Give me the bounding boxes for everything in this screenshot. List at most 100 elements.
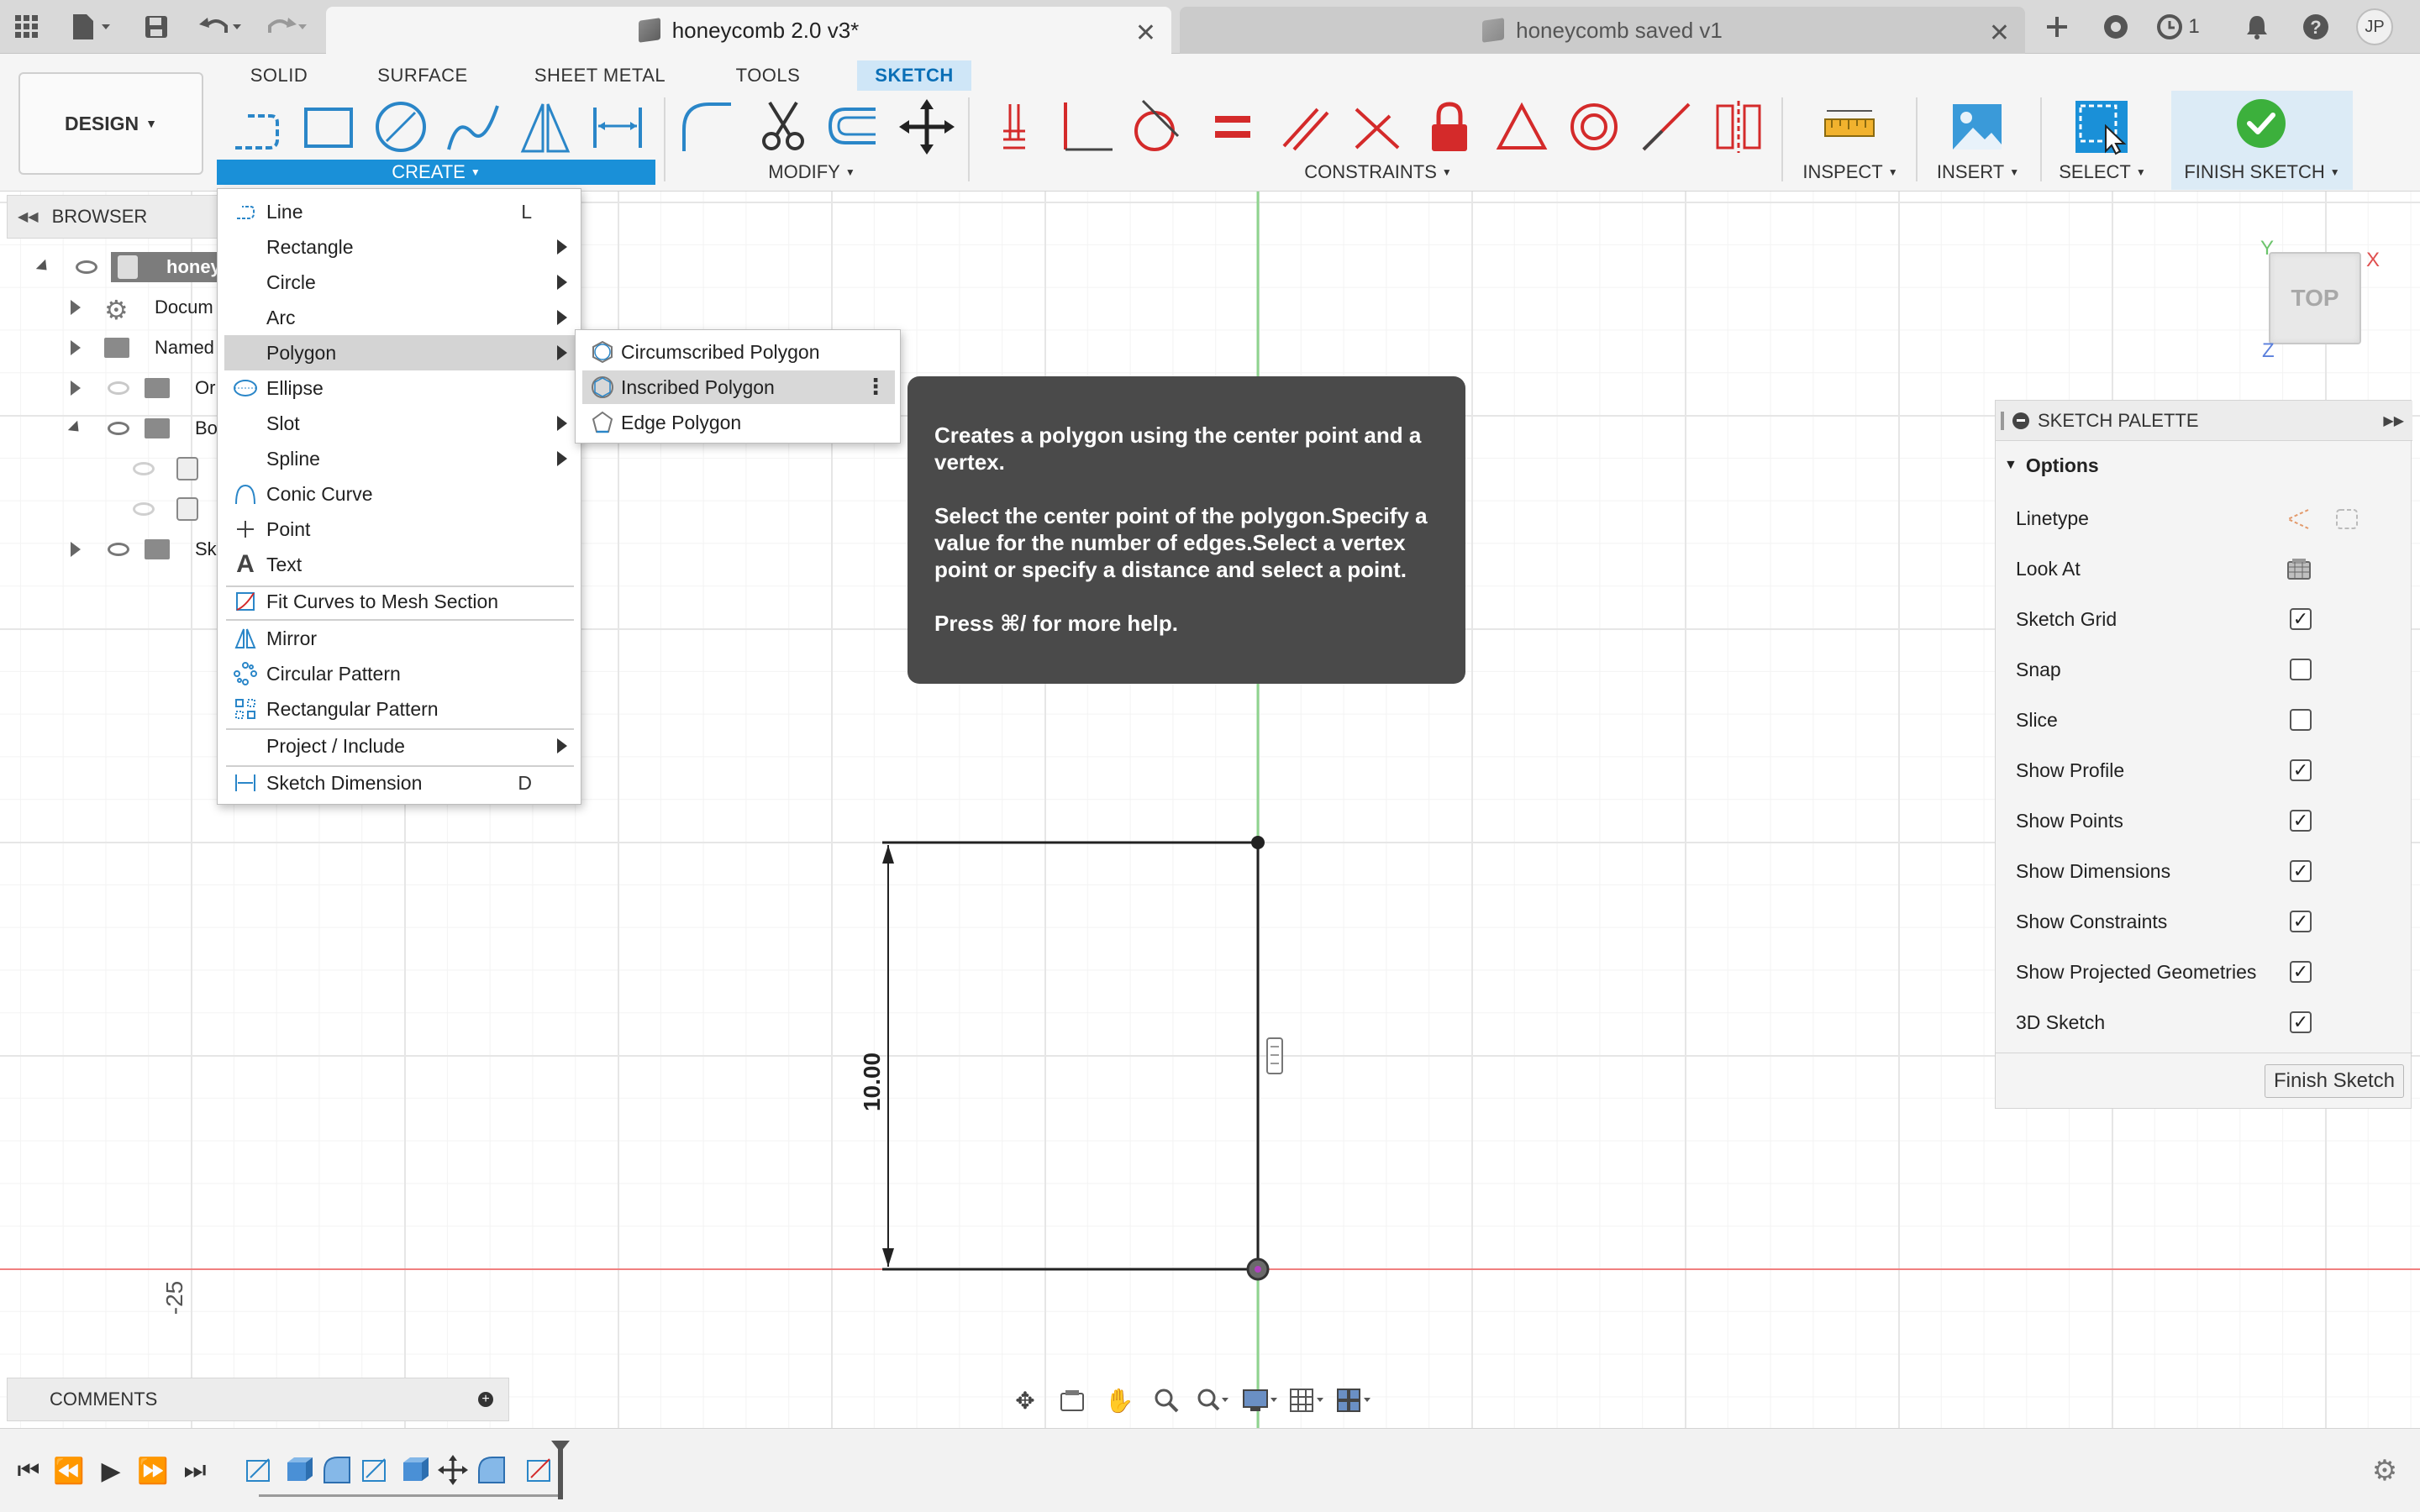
show-projected-geometries-checkbox[interactable]: ✓ (2290, 961, 2312, 983)
comments-panel-header[interactable]: COMMENTS + (7, 1378, 509, 1421)
timeline-sketch-feature-icon[interactable] (244, 1454, 276, 1486)
show-points-checkbox[interactable]: ✓ (2290, 810, 2312, 832)
menu-item-inscribed-polygon[interactable]: Inscribed Polygon ⋮ (582, 370, 895, 404)
zoom-window-icon[interactable] (1190, 1382, 1237, 1419)
expand-triangle-icon[interactable] (35, 259, 52, 276)
menu-item-rectangle[interactable]: Rectangle (224, 229, 576, 265)
menu-item-line[interactable]: Line L (224, 194, 576, 229)
trim-scissors-icon[interactable] (755, 97, 813, 156)
close-tab-icon[interactable]: ✕ (1135, 18, 1156, 48)
timeline-sketch-feature-icon[interactable] (524, 1454, 556, 1486)
tab-sheet-metal[interactable]: SHEET METAL (531, 60, 669, 91)
user-avatar[interactable]: JP (2356, 8, 2393, 45)
menu-item-point[interactable]: Point (224, 512, 576, 547)
look-at-icon[interactable] (1049, 1382, 1096, 1419)
sketch-palette-header[interactable]: SKETCH PALETTE ▶▶ (1996, 401, 2412, 441)
spline-tool-icon[interactable] (444, 97, 502, 156)
workspace-switcher-button[interactable]: DESIGN ▼ (18, 72, 203, 175)
timeline-extrude-feature-icon[interactable] (282, 1454, 314, 1486)
minus-circle-icon[interactable] (2012, 412, 2029, 429)
menu-item-conic-curve[interactable]: Conic Curve (224, 476, 576, 512)
timeline-fillet-feature-icon[interactable] (476, 1454, 508, 1486)
move-tool-icon[interactable] (897, 97, 956, 156)
menu-item-rectangular-pattern[interactable]: Rectangular Pattern (224, 691, 576, 727)
viewports-icon[interactable] (1331, 1382, 1378, 1419)
tab-document-inactive[interactable]: honeycomb saved v1 ✕ (1180, 7, 2025, 54)
menu-item-slot[interactable]: Slot (224, 406, 576, 441)
finish-sketch-palette-button[interactable]: Finish Sketch (2265, 1064, 2404, 1098)
visibility-eye-icon[interactable] (108, 422, 129, 435)
circle-tool-icon[interactable] (371, 97, 430, 156)
menu-item-text[interactable]: A Text (224, 547, 576, 582)
timeline-settings-gear-icon[interactable]: ⚙ (2368, 1454, 2402, 1488)
hidden-eye-icon[interactable] (108, 381, 129, 395)
grid-settings-icon[interactable] (1284, 1382, 1331, 1419)
centerline-linetype-icon[interactable] (2333, 507, 2360, 532)
equal-constraint-icon[interactable] (1203, 97, 1262, 156)
visibility-eye-icon[interactable] (76, 260, 97, 274)
menu-item-circle[interactable]: Circle (224, 265, 576, 300)
app-grid-icon[interactable] (10, 10, 44, 44)
timeline-last-icon[interactable]: ⏭ (178, 1454, 212, 1488)
select-dropdown[interactable]: SELECT ▼ (2054, 160, 2151, 185)
menu-item-arc[interactable]: Arc (224, 300, 576, 335)
redo-icon[interactable] (260, 10, 311, 44)
view-cube-face-top[interactable]: TOP (2291, 285, 2338, 312)
measure-ruler-icon[interactable] (1820, 97, 1879, 156)
menu-item-mirror[interactable]: Mirror (224, 621, 576, 656)
help-icon[interactable]: ? (2299, 10, 2333, 44)
menu-item-edge-polygon[interactable]: Edge Polygon (582, 406, 895, 439)
perpendicular-constraint-icon[interactable] (1057, 97, 1116, 156)
midpoint-triangle-icon[interactable] (1492, 97, 1551, 156)
notifications-bell-icon[interactable] (2240, 10, 2274, 44)
undo-icon[interactable] (195, 10, 245, 44)
snap-checkbox[interactable] (2290, 659, 2312, 680)
timeline-sketch-feature-icon[interactable] (360, 1454, 392, 1486)
offset-tool-icon[interactable] (823, 97, 882, 156)
extensions-icon[interactable] (2099, 10, 2133, 44)
perpendicular-cross-icon[interactable] (1348, 97, 1407, 156)
job-status-icon[interactable]: 1 (2153, 10, 2203, 44)
timeline-body-feature-icon[interactable] (398, 1454, 430, 1486)
new-tab-icon[interactable] (2040, 10, 2074, 44)
menu-item-spline[interactable]: Spline (224, 441, 576, 476)
dimension-tool-icon[interactable] (588, 97, 647, 156)
show-profile-checkbox[interactable]: ✓ (2290, 759, 2312, 781)
tab-document-active[interactable]: honeycomb 2.0 v3* ✕ (326, 7, 1171, 54)
expand-triangle-icon[interactable] (71, 340, 81, 355)
expand-triangle-icon[interactable] (67, 420, 84, 437)
menu-item-sketch-dimension[interactable]: Sketch Dimension D (224, 765, 576, 801)
symmetry-constraint-icon[interactable] (1709, 97, 1768, 156)
3d-sketch-checkbox[interactable]: ✓ (2290, 1011, 2312, 1033)
menu-item-project-include[interactable]: Project / Include (224, 728, 576, 764)
expand-panel-icon[interactable]: ▶▶ (2383, 412, 2404, 429)
add-comment-icon[interactable]: + (478, 1392, 493, 1407)
constraints-dropdown[interactable]: CONSTRAINTS ▼ (988, 160, 1768, 185)
tab-solid[interactable]: SOLID (237, 60, 321, 91)
expand-triangle-icon[interactable] (71, 300, 81, 315)
tab-tools[interactable]: TOOLS (726, 60, 810, 91)
create-dropdown[interactable]: CREATE ▼ (217, 160, 655, 185)
orbit-icon[interactable]: ✥ (1002, 1382, 1049, 1419)
menu-item-circular-pattern[interactable]: Circular Pattern (224, 656, 576, 691)
show-dimensions-checkbox[interactable]: ✓ (2290, 860, 2312, 882)
close-tab-icon[interactable]: ✕ (1989, 18, 2010, 48)
view-cube[interactable]: TOP X Y Z (2260, 237, 2380, 362)
select-cursor-icon[interactable] (2072, 97, 2131, 156)
coincident-constraint-icon[interactable] (988, 97, 1047, 156)
file-menu-icon[interactable] (66, 10, 116, 44)
timeline-first-icon[interactable]: ⏮ (12, 1454, 45, 1488)
hidden-eye-icon[interactable] (133, 502, 155, 516)
options-section-header[interactable]: ▼ Options (1996, 443, 2412, 488)
rectangle-tool-icon[interactable] (299, 97, 358, 156)
collinear-constraint-icon[interactable] (1637, 97, 1696, 156)
modify-dropdown[interactable]: MODIFY ▼ (677, 160, 946, 185)
tangent-constraint-icon[interactable] (1126, 97, 1185, 156)
dimension-value[interactable]: 10.00 (859, 1053, 886, 1111)
sketch-grid-checkbox[interactable]: ✓ (2290, 608, 2312, 630)
timeline-play-icon[interactable]: ▶ (94, 1454, 128, 1488)
construction-linetype-icon[interactable] (2285, 507, 2312, 532)
timeline-next-icon[interactable]: ⏩ (136, 1454, 170, 1488)
tab-surface[interactable]: SURFACE (370, 60, 476, 91)
pan-hand-icon[interactable]: ✋ (1096, 1382, 1143, 1419)
